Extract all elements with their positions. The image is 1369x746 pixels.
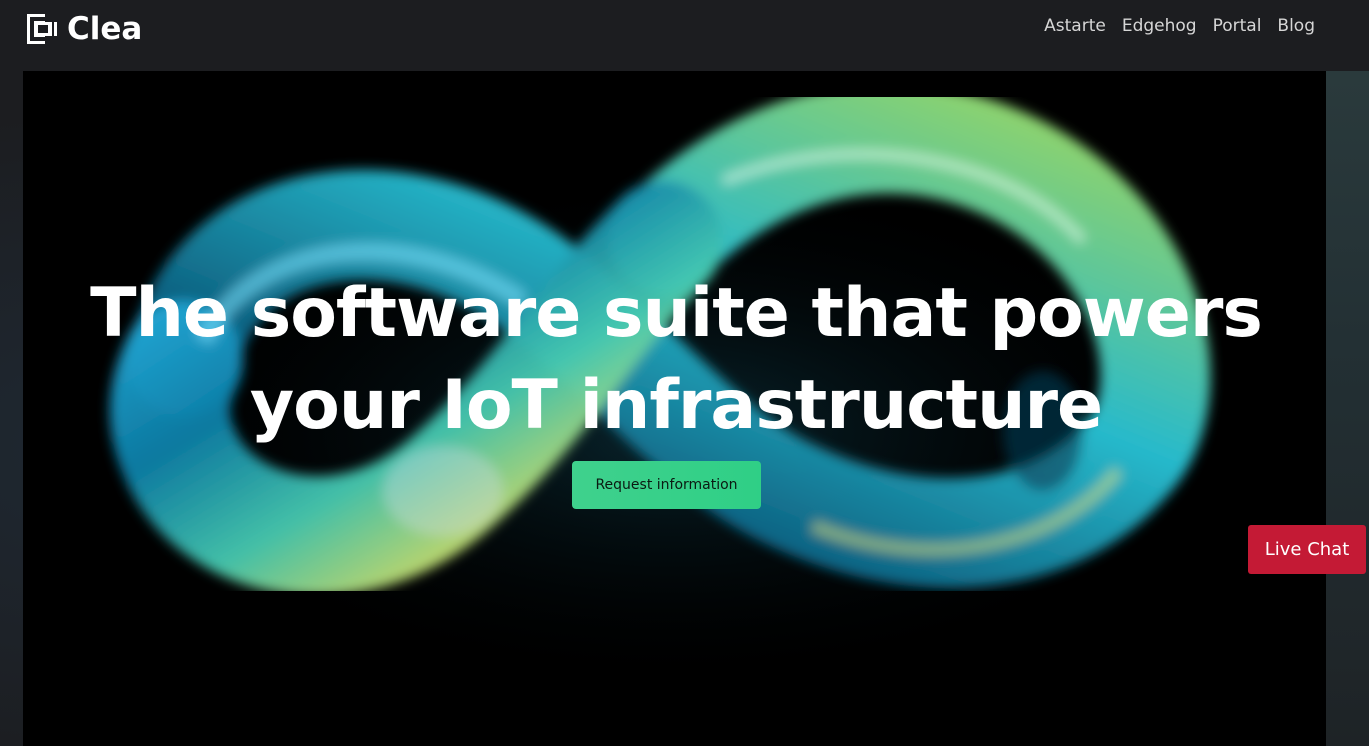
- hero-headline-line-1: The software suite that powers: [90, 274, 1263, 353]
- nav-link-astarte[interactable]: Astarte: [1044, 14, 1106, 38]
- live-chat-button[interactable]: Live Chat: [1248, 525, 1366, 574]
- brand-name: Clea: [67, 11, 143, 47]
- clea-logo-icon: [27, 14, 57, 44]
- nav-link-portal[interactable]: Portal: [1213, 14, 1262, 38]
- nav-link-blog[interactable]: Blog: [1277, 14, 1315, 38]
- top-navigation-bar: Clea Astarte Edgehog Portal Blog: [0, 0, 1369, 68]
- request-information-button[interactable]: Request information: [572, 461, 761, 509]
- page: Clea Astarte Edgehog Portal Blog The sof…: [0, 0, 1369, 746]
- main-nav: Astarte Edgehog Portal Blog: [1044, 14, 1315, 38]
- hero-headline: The software suite that powers your IoT …: [0, 268, 1352, 452]
- brand-logo[interactable]: Clea: [27, 12, 142, 46]
- hero-headline-line-2: your IoT infrastructure: [249, 366, 1103, 445]
- nav-link-edgehog[interactable]: Edgehog: [1122, 14, 1197, 38]
